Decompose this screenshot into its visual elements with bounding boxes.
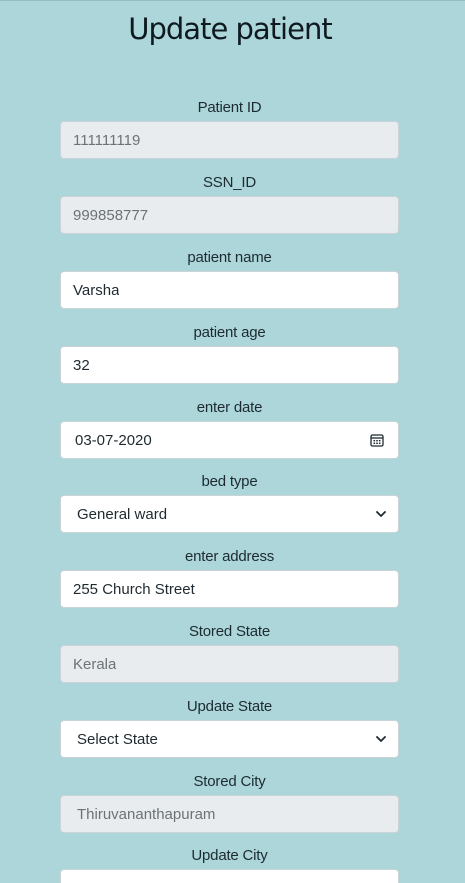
stored-state-group: Stored State Kerala xyxy=(60,622,399,683)
update-state-group: Update State Select State xyxy=(60,697,399,758)
ssn-id-label: SSN_ID xyxy=(203,174,256,191)
update-city-select[interactable] xyxy=(60,869,399,883)
update-city-label: Update City xyxy=(191,847,268,864)
enter-date-group: enter date 03-07-2020 xyxy=(60,398,399,459)
patient-name-input[interactable]: Varsha xyxy=(60,271,399,309)
bed-type-select[interactable]: General ward xyxy=(60,495,399,533)
ssn-id-input[interactable]: 999858777 xyxy=(60,196,399,234)
patient-id-value: 111111119 xyxy=(73,131,141,149)
page-title: Update patient xyxy=(128,12,332,46)
patient-id-group: Patient ID 111111119 xyxy=(60,98,399,159)
bed-type-value: General ward xyxy=(77,505,168,523)
patient-id-input[interactable]: 111111119 xyxy=(60,121,399,159)
patient-age-value: 32 xyxy=(73,356,90,374)
stored-state-input[interactable]: Kerala xyxy=(60,645,399,683)
update-state-value: Select State xyxy=(77,730,158,748)
address-value: 255 Church Street xyxy=(73,580,195,598)
ssn-id-group: SSN_ID 999858777 xyxy=(60,173,399,234)
stored-state-value: Kerala xyxy=(73,655,117,673)
top-border xyxy=(0,0,465,1)
address-group: enter address 255 Church Street xyxy=(60,547,399,608)
enter-date-label: enter date xyxy=(196,399,263,416)
enter-date-input[interactable]: 03-07-2020 xyxy=(60,421,399,459)
bed-type-label: bed type xyxy=(201,473,258,490)
patient-age-input[interactable]: 32 xyxy=(60,346,399,384)
stored-city-label: Stored City xyxy=(193,773,266,790)
patient-id-label: Patient ID xyxy=(197,99,262,116)
address-input[interactable]: 255 Church Street xyxy=(60,570,399,608)
ssn-id-value: 999858777 xyxy=(73,206,149,224)
stored-city-group: Stored City Thiruvananthapuram xyxy=(60,772,399,833)
address-label: enter address xyxy=(184,548,275,565)
patient-name-label: patient name xyxy=(187,249,272,266)
stored-city-input[interactable]: Thiruvananthapuram xyxy=(60,795,399,833)
patient-age-label: patient age xyxy=(193,324,266,341)
enter-date-value: 03-07-2020 xyxy=(75,431,152,449)
stored-city-value: Thiruvananthapuram xyxy=(77,805,216,823)
patient-age-group: patient age 32 xyxy=(60,323,399,384)
chevron-down-icon xyxy=(374,732,388,746)
stored-state-label: Stored State xyxy=(189,623,270,640)
chevron-down-icon xyxy=(374,507,388,521)
update-state-select[interactable]: Select State xyxy=(60,720,399,758)
bed-type-group: bed type General ward xyxy=(60,472,399,533)
update-state-label: Update State xyxy=(186,698,273,715)
update-city-group: Update City xyxy=(60,846,399,883)
patient-name-value: Varsha xyxy=(73,281,120,299)
patient-name-group: patient name Varsha xyxy=(60,248,399,309)
calendar-icon[interactable] xyxy=(370,433,384,447)
